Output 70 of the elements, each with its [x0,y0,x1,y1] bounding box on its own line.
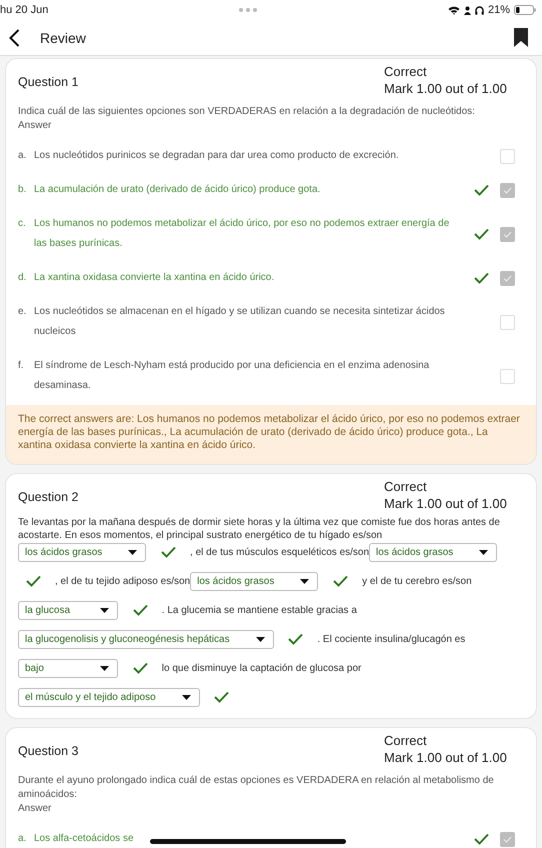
checkbox[interactable] [500,148,515,164]
question-text: Durante el ayuno prolongado indica cuál de estas opciones es VERDADERA en relación al metabolismo de aminoácidos: [18,774,495,802]
answer-dropdown[interactable]: los ácidos grasos [190,572,318,591]
question-title: Question 2 [18,490,78,506]
more-icon[interactable] [238,7,258,13]
caret-icon [128,550,138,555]
option-text: Los alfa-cetoácidos se [34,832,134,846]
question-text: y el de tu cerebro es/son [362,576,472,587]
answer-dropdown[interactable]: bajo [18,658,118,678]
bookmark-icon[interactable] [514,28,528,47]
caret-icon [100,666,109,671]
person-icon [464,6,471,14]
option-letter: f. [18,359,25,373]
status-date: hu 20 Jun [0,4,48,16]
option-text: Los nucleótidos purinicos se degradan para dar urea como producto de excreción. [34,149,399,163]
answer-dropdown[interactable]: los ácidos grasos [369,542,498,562]
checkbox[interactable] [500,226,515,242]
answer-dropdown[interactable]: la glucosa [18,600,118,620]
back-icon[interactable] [9,28,20,46]
question-text: , el de tu tejido adiposo es/son [55,576,190,587]
correct-answers-text: The correct answers are: Los humanos no podemos metabolizar el ácido úrico, por eso no podemos extraer energía de las bases purínicas., La acumulación de urato (derivado de ácido úrico) produce gota., La xantina oxidasa convierte la xantina en ácido úrico. [18,413,520,451]
checkbox[interactable] [500,314,515,330]
answer-dropdown[interactable]: los ácidos grasos [18,542,146,562]
question-text: . El cociente insulina/glucagón es [317,634,466,645]
caret-icon [300,578,310,584]
option-letter: a. [18,832,28,846]
checkbox[interactable] [500,182,515,198]
option-letter: b. [18,183,28,197]
question-status: Correct [384,478,428,495]
option-letter: c. [18,217,27,231]
caret-icon [479,550,488,555]
question-mark: Mark 1.00 out of 1.00 [384,80,508,97]
option-text: El síndrome de Lesch-Nyham está producido por una deficiencia en el enzima adenosina desaminasa. [34,359,430,393]
answer-label: Answer [18,119,52,133]
checkmark-icon [503,836,512,842]
option-letter: d. [18,271,28,285]
page-title: Review [40,30,86,46]
question-text: Te levantas por la mañana después de dormir siete horas y la última vez que comiste fue dos horas antes de acostarte. En esos momentos, el principal sustrato energético de tu hígado es/son [18,516,501,542]
option-text: La acumulación de urato (derivado de ácido úrico) produce gota. [34,183,320,197]
option-text: Los nucleótidos se almacenan en el hígado y se utilizan cuando se necesita sintetizar ácidos nucleicos [34,305,446,339]
question-text: , el de tus músculos esqueléticos es/son [190,547,370,558]
question-mark: Mark 1.00 out of 1.00 [384,495,508,512]
checkbox[interactable] [500,270,515,286]
question-text: . La glucemia se mantiene estable gracias a [162,605,357,616]
question-title: Question 3 [18,744,78,760]
question-status: Correct [384,732,428,749]
option-text: Los humanos no podemos metabolizar el ácido úrico, por eso no podemos extraer energía de las bases purínicas. [34,217,450,251]
checkbox[interactable] [500,368,515,384]
headphones-icon [474,6,484,14]
answer-label: Answer [18,802,52,816]
question-status: Correct [384,63,428,80]
caret-icon [182,694,191,700]
question-text: lo que disminuye la captación de glucosa por [162,663,362,674]
question-mark: Mark 1.00 out of 1.00 [384,749,508,766]
caret-icon [100,608,109,613]
caret-icon [256,636,265,642]
checkmark-icon [503,274,512,282]
option-letter: e. [18,305,28,319]
checkmark-icon [503,230,512,238]
answer-dropdown[interactable]: la glucogenolisis y gluconeogénesis hepáticas [18,630,274,649]
checkbox[interactable] [500,832,515,846]
wifi-icon [448,6,460,14]
question-title: Question 1 [18,75,78,91]
option-letter: a. [18,149,28,163]
option-text: La xantina oxidasa convierte la xantina en ácido úrico. [34,271,274,285]
answer-dropdown[interactable]: el músculo y el tejido adiposo [18,688,200,707]
battery-percent: 21% [488,4,510,16]
question-text: Indica cuál de las siguientes opciones son VERDADERAS en relación a la degradación de nucleótidos: [18,105,475,119]
checkmark-icon [503,186,512,194]
battery-icon [514,5,536,15]
